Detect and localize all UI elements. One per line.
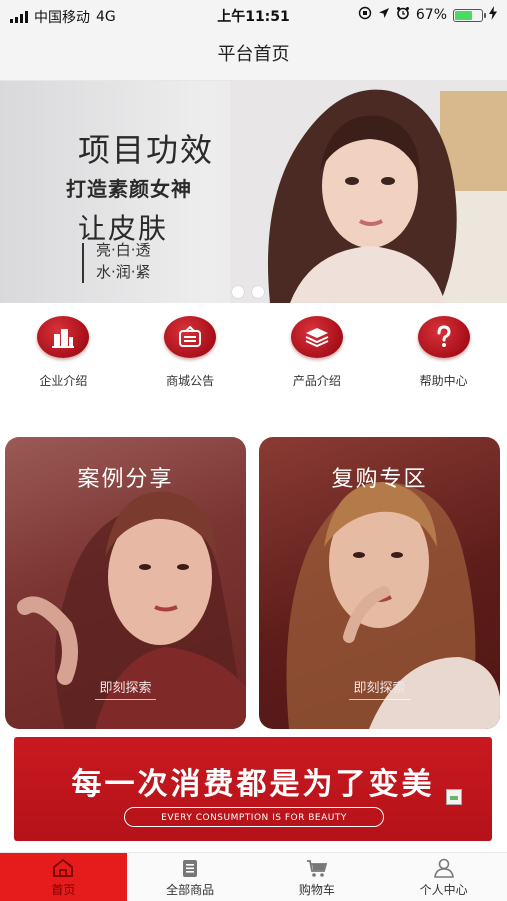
menu-label: 帮助中心 — [419, 374, 468, 388]
tab-label: 个人中心 — [419, 883, 468, 897]
explore-button[interactable]: 即刻探索 — [5, 677, 246, 700]
banner-title: 项目功效 — [78, 131, 215, 169]
page-title: 平台首页 — [217, 44, 290, 65]
document-icon — [127, 857, 254, 879]
charging-icon — [489, 6, 497, 24]
carousel-indicators — [232, 286, 264, 298]
card-title: 复购专区 — [331, 467, 428, 492]
slogan-banner[interactable]: 每一次消费都是为了变美 EVERY CONSUMPTION IS FOR BEA… — [14, 737, 492, 841]
explore-button-label: 即刻探索 — [95, 677, 156, 700]
menu-label: 产品介绍 — [292, 374, 341, 388]
menu-label: 商城公告 — [166, 374, 215, 388]
carousel-dot[interactable] — [232, 286, 244, 298]
banner-subtitle: 打造素颜女神 — [66, 177, 192, 201]
user-icon — [380, 857, 507, 879]
location-icon — [378, 7, 390, 23]
card-title: 案例分享 — [77, 467, 174, 492]
tab-profile[interactable]: 个人中心 — [380, 853, 507, 901]
carousel-dot[interactable] — [252, 286, 264, 298]
menu-item-company[interactable]: 企业介绍 — [8, 310, 118, 400]
building-icon — [37, 316, 90, 358]
menu-item-help[interactable]: 帮助中心 — [389, 310, 499, 400]
tab-home[interactable]: 首页 — [0, 853, 127, 901]
menu-item-products[interactable]: 产品介绍 — [262, 310, 372, 400]
menu-item-notice[interactable]: 商城公告 — [135, 310, 245, 400]
tab-label: 购物车 — [298, 883, 335, 897]
tab-bar: 首页 全部商品 购物车 个人中心 — [0, 852, 507, 901]
battery-icon — [453, 8, 486, 22]
explore-button[interactable]: 即刻探索 — [259, 677, 500, 700]
home-icon — [0, 857, 127, 879]
alarm-icon — [396, 6, 410, 24]
repurchase-card[interactable]: 复购专区 即刻探索 — [259, 437, 500, 729]
explore-button-label: 即刻探索 — [349, 677, 410, 700]
notice-icon — [164, 316, 217, 358]
status-right: 67% — [358, 6, 497, 24]
case-share-card[interactable]: 案例分享 即刻探索 — [5, 437, 246, 729]
cart-icon — [254, 857, 381, 879]
broken-image-icon — [446, 789, 462, 805]
tab-label: 首页 — [51, 883, 76, 897]
tab-all-products[interactable]: 全部商品 — [127, 853, 254, 901]
tab-label: 全部商品 — [166, 883, 215, 897]
nav-bar: 平台首页 — [0, 30, 507, 81]
battery-percent: 67% — [415, 7, 447, 23]
banner-model-photo — [230, 81, 507, 303]
battery-fill — [455, 10, 472, 20]
banner-words-line1: 亮·白·透 — [96, 241, 151, 259]
help-icon — [417, 316, 470, 358]
quick-menu: 企业介绍 商城公告 产品介绍 帮助中心 — [0, 310, 507, 400]
slogan-text: 每一次消费都是为了变美 — [71, 767, 435, 802]
layers-icon — [290, 316, 343, 358]
menu-label: 企业介绍 — [39, 374, 88, 388]
slogan-english: EVERY CONSUMPTION IS FOR BEAUTY — [124, 807, 384, 827]
orientation-lock-icon — [358, 6, 372, 24]
tab-cart[interactable]: 购物车 — [254, 853, 381, 901]
banner-carousel[interactable]: 项目功效 打造素颜女神 让皮肤 亮·白·透 水·润·紧 — [0, 81, 507, 303]
banner-divider — [82, 243, 84, 283]
banner-words-line2: 水·润·紧 — [96, 263, 151, 281]
status-bar: 中国移动 4G 上午11:51 67% — [0, 0, 507, 30]
